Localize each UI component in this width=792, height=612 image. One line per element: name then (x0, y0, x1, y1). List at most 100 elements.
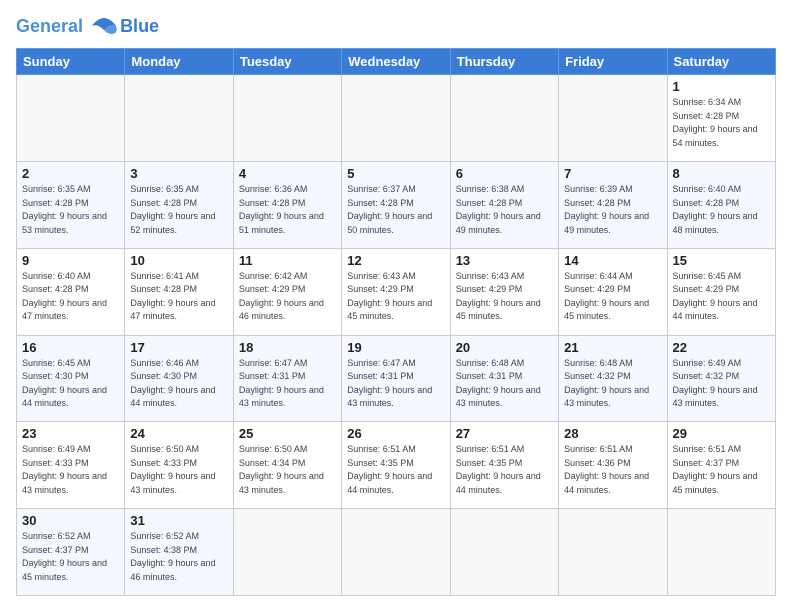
sunset-label: Sunset: 4:31 PM (239, 371, 306, 381)
day-info: Sunrise: 6:38 AM Sunset: 4:28 PM Dayligh… (456, 183, 553, 237)
day-info: Sunrise: 6:51 AM Sunset: 4:37 PM Dayligh… (673, 443, 770, 497)
calendar-cell: 9 Sunrise: 6:40 AM Sunset: 4:28 PM Dayli… (17, 248, 125, 335)
daylight-label: Daylight: 9 hours and 45 minutes. (456, 298, 541, 322)
daylight-label: Daylight: 9 hours and 44 minutes. (673, 298, 758, 322)
day-number: 20 (456, 340, 553, 355)
sunset-label: Sunset: 4:28 PM (564, 198, 631, 208)
sunset-label: Sunset: 4:37 PM (22, 545, 89, 555)
day-number: 1 (673, 79, 770, 94)
calendar-cell (342, 509, 450, 596)
sunrise-label: Sunrise: 6:51 AM (673, 444, 742, 454)
calendar-cell: 1 Sunrise: 6:34 AM Sunset: 4:28 PM Dayli… (667, 75, 775, 162)
calendar-cell (559, 75, 667, 162)
calendar-cell: 12 Sunrise: 6:43 AM Sunset: 4:29 PM Dayl… (342, 248, 450, 335)
day-info: Sunrise: 6:41 AM Sunset: 4:28 PM Dayligh… (130, 270, 227, 324)
daylight-label: Daylight: 9 hours and 43 minutes. (456, 385, 541, 409)
col-sunday: Sunday (17, 49, 125, 75)
calendar-cell: 21 Sunrise: 6:48 AM Sunset: 4:32 PM Dayl… (559, 335, 667, 422)
day-number: 23 (22, 426, 119, 441)
day-number: 25 (239, 426, 336, 441)
sunrise-label: Sunrise: 6:37 AM (347, 184, 416, 194)
day-number: 14 (564, 253, 661, 268)
day-number: 12 (347, 253, 444, 268)
logo-general: General (16, 16, 83, 36)
calendar-cell: 27 Sunrise: 6:51 AM Sunset: 4:35 PM Dayl… (450, 422, 558, 509)
day-number: 5 (347, 166, 444, 181)
day-number: 22 (673, 340, 770, 355)
day-number: 29 (673, 426, 770, 441)
daylight-label: Daylight: 9 hours and 47 minutes. (130, 298, 215, 322)
calendar-header-row: Sunday Monday Tuesday Wednesday Thursday… (17, 49, 776, 75)
sunset-label: Sunset: 4:28 PM (239, 198, 306, 208)
sunset-label: Sunset: 4:36 PM (564, 458, 631, 468)
calendar-cell: 29 Sunrise: 6:51 AM Sunset: 4:37 PM Dayl… (667, 422, 775, 509)
sunrise-label: Sunrise: 6:40 AM (673, 184, 742, 194)
day-number: 28 (564, 426, 661, 441)
logo-blue: Blue (120, 16, 159, 38)
sunrise-label: Sunrise: 6:45 AM (673, 271, 742, 281)
calendar-week-5: 23 Sunrise: 6:49 AM Sunset: 4:33 PM Dayl… (17, 422, 776, 509)
day-info: Sunrise: 6:47 AM Sunset: 4:31 PM Dayligh… (347, 357, 444, 411)
daylight-label: Daylight: 9 hours and 44 minutes. (456, 471, 541, 495)
sunrise-label: Sunrise: 6:40 AM (22, 271, 91, 281)
daylight-label: Daylight: 9 hours and 51 minutes. (239, 211, 324, 235)
calendar-cell: 8 Sunrise: 6:40 AM Sunset: 4:28 PM Dayli… (667, 162, 775, 249)
sunrise-label: Sunrise: 6:45 AM (22, 358, 91, 368)
day-number: 26 (347, 426, 444, 441)
day-info: Sunrise: 6:49 AM Sunset: 4:33 PM Dayligh… (22, 443, 119, 497)
day-info: Sunrise: 6:46 AM Sunset: 4:30 PM Dayligh… (130, 357, 227, 411)
day-info: Sunrise: 6:51 AM Sunset: 4:35 PM Dayligh… (456, 443, 553, 497)
sunset-label: Sunset: 4:35 PM (347, 458, 414, 468)
sunset-label: Sunset: 4:28 PM (22, 198, 89, 208)
day-number: 15 (673, 253, 770, 268)
sunrise-label: Sunrise: 6:50 AM (130, 444, 199, 454)
col-tuesday: Tuesday (233, 49, 341, 75)
daylight-label: Daylight: 9 hours and 48 minutes. (673, 211, 758, 235)
day-info: Sunrise: 6:44 AM Sunset: 4:29 PM Dayligh… (564, 270, 661, 324)
day-number: 2 (22, 166, 119, 181)
daylight-label: Daylight: 9 hours and 43 minutes. (130, 471, 215, 495)
sunrise-label: Sunrise: 6:48 AM (564, 358, 633, 368)
sunrise-label: Sunrise: 6:51 AM (347, 444, 416, 454)
sunset-label: Sunset: 4:31 PM (456, 371, 523, 381)
sunset-label: Sunset: 4:28 PM (347, 198, 414, 208)
daylight-label: Daylight: 9 hours and 44 minutes. (564, 471, 649, 495)
day-info: Sunrise: 6:45 AM Sunset: 4:30 PM Dayligh… (22, 357, 119, 411)
sunrise-label: Sunrise: 6:35 AM (130, 184, 199, 194)
calendar-cell: 20 Sunrise: 6:48 AM Sunset: 4:31 PM Dayl… (450, 335, 558, 422)
calendar-cell: 15 Sunrise: 6:45 AM Sunset: 4:29 PM Dayl… (667, 248, 775, 335)
daylight-label: Daylight: 9 hours and 45 minutes. (673, 471, 758, 495)
day-info: Sunrise: 6:48 AM Sunset: 4:31 PM Dayligh… (456, 357, 553, 411)
calendar-cell: 22 Sunrise: 6:49 AM Sunset: 4:32 PM Dayl… (667, 335, 775, 422)
logo: General Blue (16, 16, 159, 38)
sunset-label: Sunset: 4:33 PM (22, 458, 89, 468)
sunrise-label: Sunrise: 6:38 AM (456, 184, 525, 194)
calendar-cell (233, 75, 341, 162)
sunset-label: Sunset: 4:33 PM (130, 458, 197, 468)
daylight-label: Daylight: 9 hours and 43 minutes. (564, 385, 649, 409)
calendar-week-4: 16 Sunrise: 6:45 AM Sunset: 4:30 PM Dayl… (17, 335, 776, 422)
calendar-week-3: 9 Sunrise: 6:40 AM Sunset: 4:28 PM Dayli… (17, 248, 776, 335)
sunrise-label: Sunrise: 6:49 AM (22, 444, 91, 454)
sunrise-label: Sunrise: 6:51 AM (456, 444, 525, 454)
day-info: Sunrise: 6:35 AM Sunset: 4:28 PM Dayligh… (22, 183, 119, 237)
day-number: 27 (456, 426, 553, 441)
sunrise-label: Sunrise: 6:43 AM (347, 271, 416, 281)
header: General Blue (16, 16, 776, 38)
sunrise-label: Sunrise: 6:48 AM (456, 358, 525, 368)
day-info: Sunrise: 6:42 AM Sunset: 4:29 PM Dayligh… (239, 270, 336, 324)
sunrise-label: Sunrise: 6:49 AM (673, 358, 742, 368)
daylight-label: Daylight: 9 hours and 54 minutes. (673, 124, 758, 148)
daylight-label: Daylight: 9 hours and 53 minutes. (22, 211, 107, 235)
daylight-label: Daylight: 9 hours and 47 minutes. (22, 298, 107, 322)
day-number: 11 (239, 253, 336, 268)
daylight-label: Daylight: 9 hours and 44 minutes. (22, 385, 107, 409)
sunrise-label: Sunrise: 6:47 AM (347, 358, 416, 368)
daylight-label: Daylight: 9 hours and 52 minutes. (130, 211, 215, 235)
day-info: Sunrise: 6:47 AM Sunset: 4:31 PM Dayligh… (239, 357, 336, 411)
daylight-label: Daylight: 9 hours and 43 minutes. (239, 385, 324, 409)
day-number: 18 (239, 340, 336, 355)
day-number: 8 (673, 166, 770, 181)
calendar-cell: 31 Sunrise: 6:52 AM Sunset: 4:38 PM Dayl… (125, 509, 233, 596)
sunset-label: Sunset: 4:29 PM (564, 284, 631, 294)
